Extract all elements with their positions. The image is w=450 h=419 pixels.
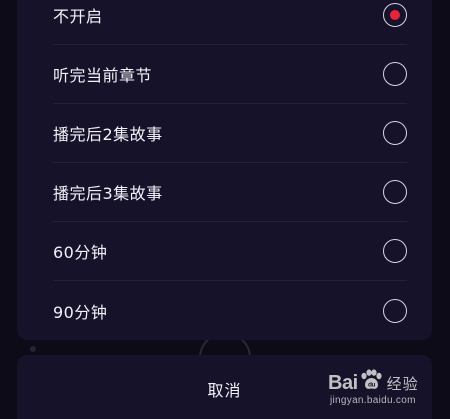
- watermark-brand-left: Bai: [328, 371, 358, 394]
- option-after-3-stories[interactable]: 播完后3集故事: [53, 163, 407, 222]
- option-label: 90分钟: [53, 302, 108, 322]
- radio-dot-icon: [390, 10, 400, 20]
- option-finish-chapter[interactable]: 听完当前章节: [53, 45, 407, 104]
- radio-empty-icon[interactable]: [383, 239, 407, 263]
- timer-options-sheet: 不开启 听完当前章节 播完后2集故事 播完后3集故事 60分钟 90分钟: [17, 0, 432, 340]
- option-off[interactable]: 不开启: [53, 0, 407, 45]
- option-90-minutes[interactable]: 90分钟: [53, 281, 407, 340]
- radio-empty-icon[interactable]: [383, 62, 407, 86]
- backdrop-indicator: [30, 346, 36, 352]
- baidu-jingyan-watermark: Bai du 经验 jingyan.baidu.com: [328, 369, 440, 413]
- option-60-minutes[interactable]: 60分钟: [53, 222, 407, 281]
- radio-empty-icon[interactable]: [383, 298, 407, 323]
- option-label: 播完后2集故事: [53, 125, 163, 144]
- sleep-timer-screen: 不开启 听完当前章节 播完后2集故事 播完后3集故事 60分钟 90分钟 取消: [0, 0, 450, 419]
- option-label: 60分钟: [53, 243, 108, 262]
- paw-icon: du: [359, 369, 383, 397]
- watermark-brand-right: 经验: [386, 375, 419, 393]
- option-after-2-stories[interactable]: 播完后2集故事: [53, 104, 407, 163]
- radio-empty-icon[interactable]: [383, 121, 407, 145]
- watermark-logo: Bai du 经验: [328, 369, 419, 397]
- option-label: 播完后3集故事: [53, 184, 163, 203]
- cancel-label: 取消: [207, 381, 242, 400]
- radio-empty-icon[interactable]: [383, 180, 407, 204]
- svg-text:du: du: [368, 382, 375, 389]
- radio-selected-icon[interactable]: [383, 3, 407, 27]
- option-label: 听完当前章节: [53, 66, 153, 85]
- watermark-url: jingyan.baidu.com: [330, 395, 416, 406]
- option-label: 不开启: [53, 7, 103, 26]
